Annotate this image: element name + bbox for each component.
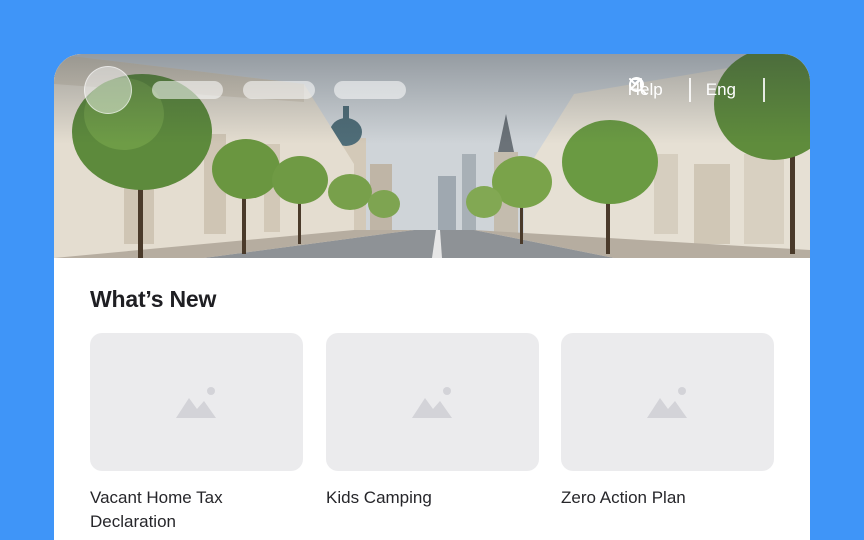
- image-placeholder-icon: [646, 387, 687, 418]
- top-navigation: Help Eng: [628, 76, 780, 104]
- nav-placeholder-2[interactable]: [243, 81, 315, 99]
- news-card-1[interactable]: Vacant Home Tax Declaration: [90, 333, 303, 534]
- hero-banner: Help Eng: [54, 54, 810, 258]
- news-card-title[interactable]: Zero Action Plan: [561, 486, 774, 510]
- image-placeholder-icon: [175, 387, 216, 418]
- nav-divider: [688, 78, 691, 102]
- whats-new-title: What’s New: [90, 286, 217, 312]
- image-placeholder-icon: [411, 387, 452, 418]
- news-card-thumbnail[interactable]: [561, 333, 774, 471]
- nav-placeholder-1[interactable]: [152, 81, 223, 99]
- logo-placeholder[interactable]: [84, 66, 132, 114]
- news-card-3[interactable]: Zero Action Plan: [561, 333, 774, 510]
- nav-placeholder-3[interactable]: [334, 81, 406, 99]
- language-selector[interactable]: Eng: [628, 78, 748, 100]
- news-card-2[interactable]: Kids Camping: [326, 333, 539, 510]
- nav-divider: [763, 78, 765, 102]
- news-card-thumbnail[interactable]: [90, 333, 303, 471]
- news-card-title[interactable]: Kids Camping: [326, 486, 539, 510]
- news-card-thumbnail[interactable]: [326, 333, 539, 471]
- language-label: Eng: [705, 80, 736, 99]
- news-card-title[interactable]: Vacant Home Tax Declaration: [90, 486, 303, 534]
- main-card: Help Eng What’s New Vacant Home Tax Decl…: [54, 54, 810, 540]
